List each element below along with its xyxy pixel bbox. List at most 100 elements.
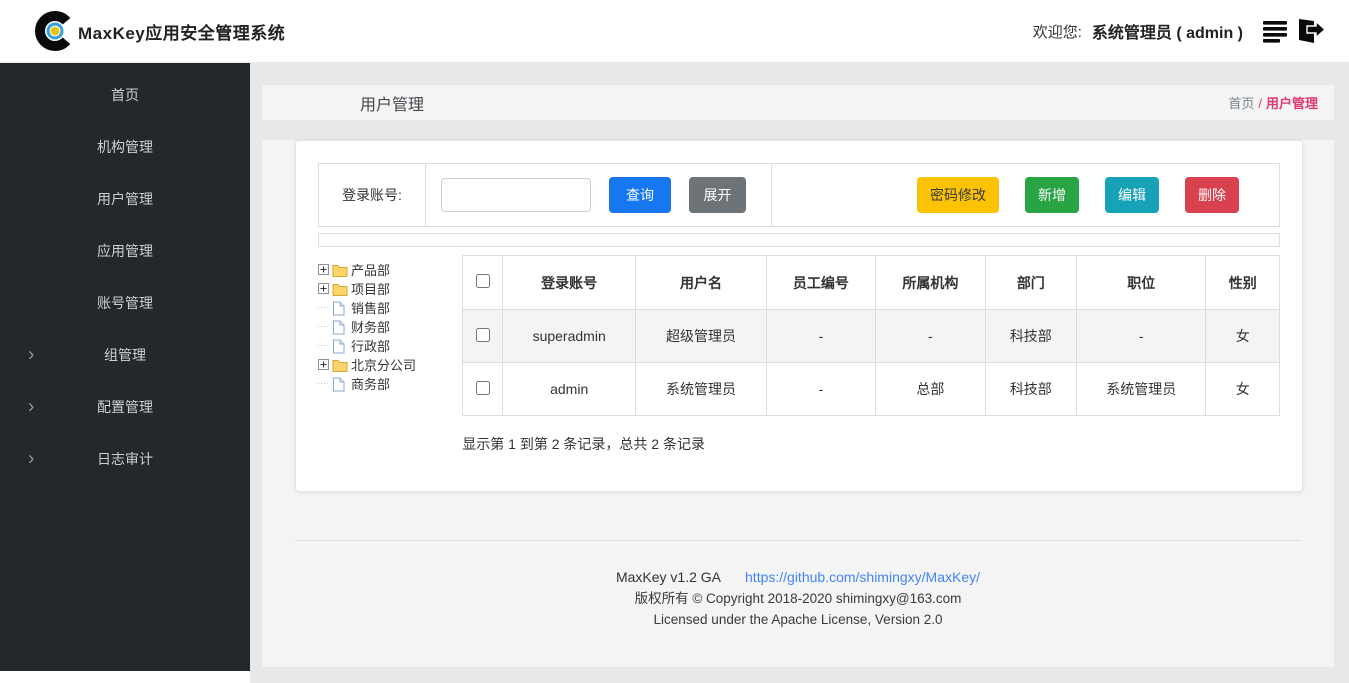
search-label: 登录账号: (319, 164, 426, 226)
cell-position: - (1077, 310, 1206, 363)
column-header-gender: 性别 (1206, 256, 1280, 310)
advanced-search-collapsed (318, 233, 1280, 247)
table-header-row: 登录账号 用户名 员工编号 所属机构 部门 职位 性别 (463, 256, 1280, 310)
column-header-organization: 所属机构 (876, 256, 985, 310)
expand-plus-icon[interactable] (318, 359, 329, 370)
tree-node[interactable]: 产品部 (318, 260, 462, 279)
column-header-username: 用户名 (636, 256, 766, 310)
maxkey-logo-icon (34, 10, 76, 52)
table-row[interactable]: superadmin 超级管理员 - - 科技部 - 女 (463, 310, 1280, 363)
expand-button[interactable]: 展开 (689, 177, 746, 213)
brand-title: MaxKey应用安全管理系统 (78, 19, 285, 44)
tree-node-label[interactable]: 项目部 (351, 279, 390, 298)
cell-username: 超级管理员 (636, 310, 766, 363)
tree-node[interactable]: 销售部 (318, 298, 462, 317)
tree-node-label[interactable]: 销售部 (351, 298, 390, 317)
menu-list-icon[interactable] (1263, 19, 1289, 43)
tree-node-label[interactable]: 北京分公司 (351, 355, 416, 374)
user-management-card: 登录账号: 查询 展开 密码修改 新增 编辑 删除 (295, 140, 1303, 492)
tree-connector (318, 340, 329, 351)
folder-icon (332, 358, 348, 372)
cell-login-account: superadmin (502, 310, 635, 363)
cell-employee-no: - (766, 310, 875, 363)
table-row[interactable]: admin 系统管理员 - 总部 科技部 系统管理员 女 (463, 363, 1280, 416)
login-account-input[interactable] (441, 178, 591, 212)
change-password-button[interactable]: 密码修改 (917, 177, 999, 213)
column-header-position: 职位 (1077, 256, 1206, 310)
footer-version: MaxKey v1.2 GA (616, 569, 721, 585)
chevron-right-icon: › (28, 450, 34, 469)
sidebar-item-label: 机构管理 (97, 137, 153, 157)
cell-login-account: admin (502, 363, 635, 416)
tree-node[interactable]: 北京分公司 (318, 355, 462, 374)
tree-node-label[interactable]: 产品部 (351, 260, 390, 279)
users-table-wrap: 登录账号 用户名 员工编号 所属机构 部门 职位 性别 (462, 255, 1280, 454)
file-icon (332, 320, 348, 334)
cell-department: 科技部 (985, 363, 1076, 416)
welcome-area: 欢迎您: 系统管理员 ( admin ) (1033, 17, 1327, 45)
department-tree: 产品部 项目部 (318, 255, 462, 454)
sidebar-item-app-management[interactable]: 应用管理 (0, 225, 250, 277)
file-icon (332, 301, 348, 315)
sidebar-item-label: 应用管理 (97, 241, 153, 261)
users-table: 登录账号 用户名 员工编号 所属机构 部门 职位 性别 (462, 255, 1280, 416)
logout-icon[interactable] (1295, 17, 1327, 45)
main-panel: 登录账号: 查询 展开 密码修改 新增 编辑 删除 (262, 140, 1334, 667)
expand-plus-icon[interactable] (318, 283, 329, 294)
cell-username: 系统管理员 (636, 363, 766, 416)
delete-button[interactable]: 删除 (1185, 177, 1239, 213)
github-link[interactable]: https://github.com/shimingxy/MaxKey/ (745, 569, 980, 585)
column-header-department: 部门 (985, 256, 1076, 310)
sidebar-item-label: 组管理 (104, 345, 146, 365)
tree-node[interactable]: 行政部 (318, 336, 462, 355)
current-user: 系统管理员 ( admin ) (1092, 19, 1243, 43)
query-button[interactable]: 查询 (609, 177, 671, 213)
sidebar-item-account-management[interactable]: 账号管理 (0, 277, 250, 329)
sidebar-item-log-audit[interactable]: › 日志审计 (0, 433, 250, 485)
breadcrumb-separator: / (1258, 96, 1262, 111)
folder-icon (332, 263, 348, 277)
cell-department: 科技部 (985, 310, 1076, 363)
sidebar-item-config-management[interactable]: › 配置管理 (0, 381, 250, 433)
expand-plus-icon[interactable] (318, 264, 329, 275)
sidebar-item-label: 账号管理 (97, 293, 153, 313)
tree-node[interactable]: 项目部 (318, 279, 462, 298)
tree-node[interactable]: 商务部 (318, 374, 462, 393)
file-icon (332, 339, 348, 353)
chevron-right-icon: › (28, 398, 34, 417)
sidebar-item-home[interactable]: 首页 (0, 69, 250, 121)
cell-gender: 女 (1206, 310, 1280, 363)
cell-position: 系统管理员 (1077, 363, 1206, 416)
page-titlebar: 用户管理 首页/用户管理 (262, 85, 1334, 120)
tree-node-label[interactable]: 商务部 (351, 374, 390, 393)
edit-button[interactable]: 编辑 (1105, 177, 1159, 213)
sidebar-item-user-management[interactable]: 用户管理 (0, 173, 250, 225)
select-all-checkbox[interactable] (476, 274, 490, 288)
column-header-employee-no: 员工编号 (766, 256, 875, 310)
welcome-label: 欢迎您: (1033, 21, 1082, 42)
sidebar-item-group-management[interactable]: › 组管理 (0, 329, 250, 381)
column-header-login-account: 登录账号 (502, 256, 635, 310)
row-checkbox[interactable] (476, 381, 490, 395)
app-header: MaxKey应用安全管理系统 欢迎您: 系统管理员 ( admin ) (0, 0, 1349, 63)
sidebar-item-org-management[interactable]: 机构管理 (0, 121, 250, 173)
cell-organization: 总部 (876, 363, 985, 416)
tree-node-label[interactable]: 财务部 (351, 317, 390, 336)
tree-node-label[interactable]: 行政部 (351, 336, 390, 355)
tree-node[interactable]: 财务部 (318, 317, 462, 336)
file-icon (332, 377, 348, 391)
sidebar-item-label: 配置管理 (97, 397, 153, 417)
sidebar-item-label: 日志审计 (97, 449, 153, 469)
add-button[interactable]: 新增 (1025, 177, 1079, 213)
tree-connector (318, 321, 329, 332)
search-toolbar: 登录账号: 查询 展开 密码修改 新增 编辑 删除 (318, 163, 1280, 227)
footer-divider (295, 540, 1302, 541)
content-area: 用户管理 首页/用户管理 登录账号: 查询 展开 密码修改 新增 (250, 63, 1349, 683)
sidebar-item-label: 用户管理 (97, 189, 153, 209)
breadcrumb-home-link[interactable]: 首页 (1228, 96, 1254, 111)
cell-organization: - (876, 310, 985, 363)
sidebar-item-label: 首页 (111, 85, 139, 105)
row-checkbox[interactable] (476, 328, 490, 342)
breadcrumb-current: 用户管理 (1266, 96, 1318, 111)
brand: MaxKey应用安全管理系统 (34, 10, 285, 52)
